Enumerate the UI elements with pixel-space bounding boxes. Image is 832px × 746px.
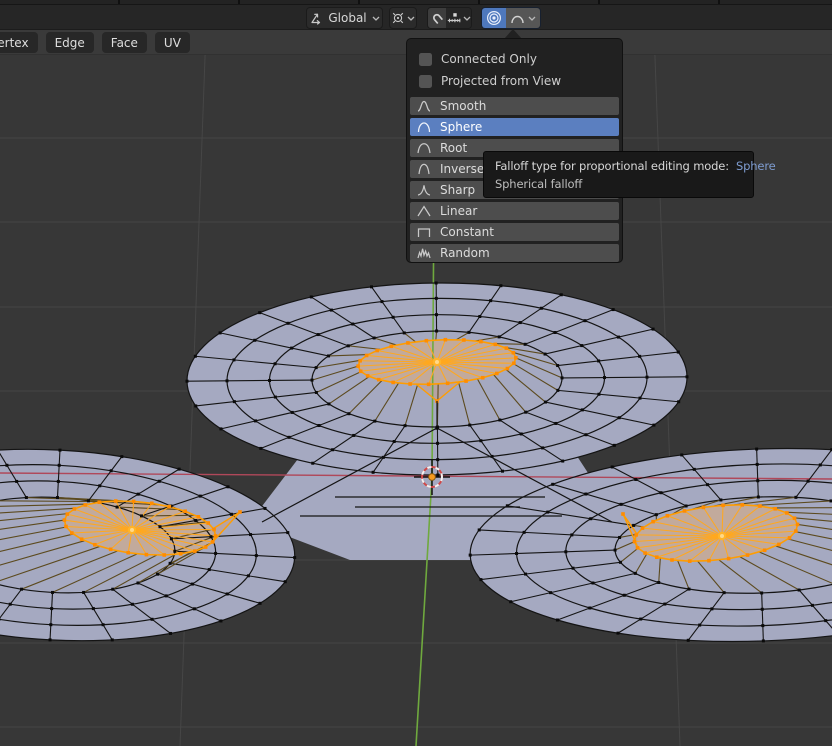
tooltip-value: Sphere xyxy=(736,159,776,173)
checkbox-label: Connected Only xyxy=(441,52,537,66)
magnet-icon xyxy=(431,12,444,25)
snap-increment-icon xyxy=(447,12,461,25)
checkbox-label: Projected from View xyxy=(441,74,561,88)
transform-orientation-dropdown[interactable]: Global xyxy=(306,7,383,29)
checkbox-row-connected-only[interactable]: Connected Only xyxy=(419,51,537,67)
falloff-option-label: Random xyxy=(440,246,490,260)
falloff-option-label: Constant xyxy=(440,225,494,239)
sphere-curve-icon xyxy=(417,121,431,133)
falloff-type-dropdown[interactable] xyxy=(506,8,540,28)
checkbox-row-projected-from-view[interactable]: Projected from View xyxy=(419,73,561,89)
checkbox[interactable] xyxy=(419,75,432,88)
proportional-group xyxy=(481,7,541,29)
chevron-down-icon xyxy=(528,16,536,21)
tooltip-description: Spherical falloff xyxy=(495,175,742,193)
falloff-option-label: Linear xyxy=(440,204,477,218)
inverse-square-curve-icon xyxy=(417,163,431,175)
proportional-editing-toggle[interactable] xyxy=(482,8,506,28)
chevron-down-icon xyxy=(463,16,471,21)
chevron-down-icon xyxy=(372,16,380,21)
chevron-down-icon xyxy=(407,16,415,21)
tooltip-heading: Falloff type for proportional editing mo… xyxy=(495,157,742,175)
random-curve-icon xyxy=(417,247,431,259)
tool-settings-bar: Global xyxy=(0,5,832,30)
orientation-label: Global xyxy=(328,11,366,25)
transform-orientation-icon xyxy=(309,11,323,25)
tooltip: Falloff type for proportional editing mo… xyxy=(483,151,754,198)
falloff-option-label: Smooth xyxy=(440,99,486,113)
falloff-sphere-icon xyxy=(510,12,525,25)
linear-curve-icon xyxy=(417,205,431,217)
menu-tab-face[interactable]: Face xyxy=(102,32,147,53)
falloff-option-sphere[interactable]: Sphere xyxy=(410,118,619,136)
falloff-option-random[interactable]: Random xyxy=(410,244,619,262)
falloff-option-linear[interactable]: Linear xyxy=(410,202,619,220)
checkbox[interactable] xyxy=(419,53,432,66)
mesh-faces xyxy=(0,281,832,653)
falloff-option-label: Root xyxy=(440,141,467,155)
falloff-option-smooth[interactable]: Smooth xyxy=(410,97,619,115)
snap-toggle-button[interactable] xyxy=(428,8,446,28)
constant-curve-icon xyxy=(417,226,431,238)
snapping-group xyxy=(427,7,472,29)
proportional-editing-icon xyxy=(486,10,502,26)
sharp-curve-icon xyxy=(417,184,431,196)
menu-tab-vertex[interactable]: Vertex xyxy=(0,32,38,53)
menu-tab-edge[interactable]: Edge xyxy=(46,32,94,53)
falloff-option-label: Sphere xyxy=(440,120,482,134)
root-curve-icon xyxy=(417,142,431,154)
smooth-curve-icon xyxy=(417,100,431,112)
falloff-option-label: Sharp xyxy=(440,183,475,197)
snap-with-dropdown[interactable] xyxy=(446,8,471,28)
falloff-option-constant[interactable]: Constant xyxy=(410,223,619,241)
pivot-point-dropdown[interactable] xyxy=(389,7,417,29)
pivot-point-icon xyxy=(391,11,405,25)
menu-tab-uv[interactable]: UV xyxy=(155,32,190,53)
